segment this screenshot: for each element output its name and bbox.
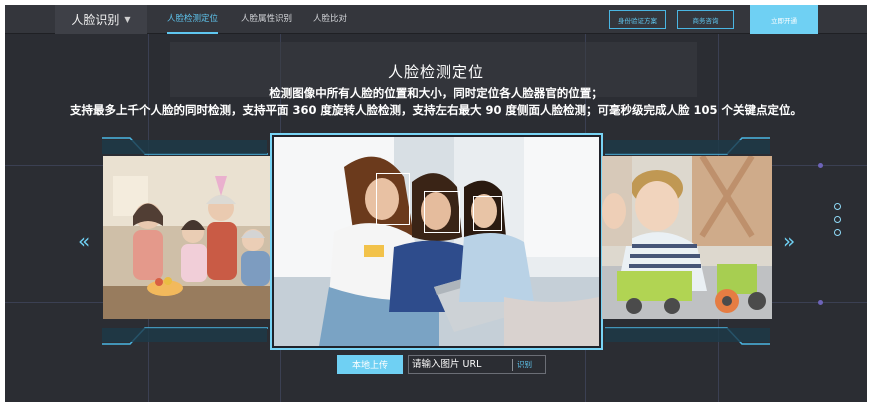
carousel-slide-prev[interactable]: [103, 156, 270, 319]
carousel-pager: [834, 203, 842, 242]
local-upload-button[interactable]: 本地上传: [337, 355, 403, 374]
id-verify-button[interactable]: 身份验证方案: [609, 10, 666, 29]
description-line-2: 支持最多上千个人脸的同时检测，支持平面 360 度旋转人脸检测，支持左右最大 9…: [69, 103, 803, 117]
product-menu-label: 人脸识别: [71, 13, 120, 27]
app-frame: 人脸识别 ▼ 人脸检测定位 人脸属性识别 人脸比对 身份验证方案 商务咨询 立即…: [5, 5, 867, 402]
carousel-slide-current[interactable]: [270, 133, 603, 350]
pager-dot[interactable]: [834, 216, 841, 223]
grid-dot: [818, 300, 823, 305]
family-photo-image: [103, 156, 270, 319]
carousel-slide-next[interactable]: [602, 156, 772, 319]
open-now-button[interactable]: 立即开通: [750, 5, 818, 34]
caret-down-icon: ▼: [124, 15, 131, 24]
detect-button[interactable]: 识别: [517, 356, 532, 373]
pager-dot[interactable]: [834, 203, 841, 210]
product-menu[interactable]: 人脸识别 ▼: [55, 5, 147, 34]
page-title: 人脸检测定位: [387, 63, 484, 81]
pager-dot[interactable]: [834, 229, 841, 236]
face-detection-box: [376, 173, 410, 225]
boy-toys-photo-image: [602, 156, 772, 319]
grid-dot: [818, 163, 823, 168]
carousel-next-arrow-icon[interactable]: »: [783, 231, 795, 251]
image-url-field: 识别: [408, 355, 546, 374]
image-url-input[interactable]: [412, 357, 508, 372]
tab-face-compare[interactable]: 人脸比对: [313, 5, 347, 34]
divider: [512, 359, 513, 371]
carousel-prev-arrow-icon[interactable]: «: [78, 231, 90, 251]
business-consult-button[interactable]: 商务咨询: [677, 10, 734, 29]
top-nav-bar: 人脸识别 ▼ 人脸检测定位 人脸属性识别 人脸比对 身份验证方案 商务咨询 立即…: [5, 5, 867, 34]
face-detection-box: [424, 191, 460, 233]
description-line-1: 检测图像中所有人脸的位置和大小，同时定位各人脸器官的位置；: [269, 86, 603, 100]
tab-face-detection[interactable]: 人脸检测定位: [167, 5, 219, 34]
women-laptop-photo-image: [274, 137, 599, 346]
tab-face-attributes[interactable]: 人脸属性识别: [241, 5, 292, 34]
face-detection-box: [473, 196, 502, 231]
